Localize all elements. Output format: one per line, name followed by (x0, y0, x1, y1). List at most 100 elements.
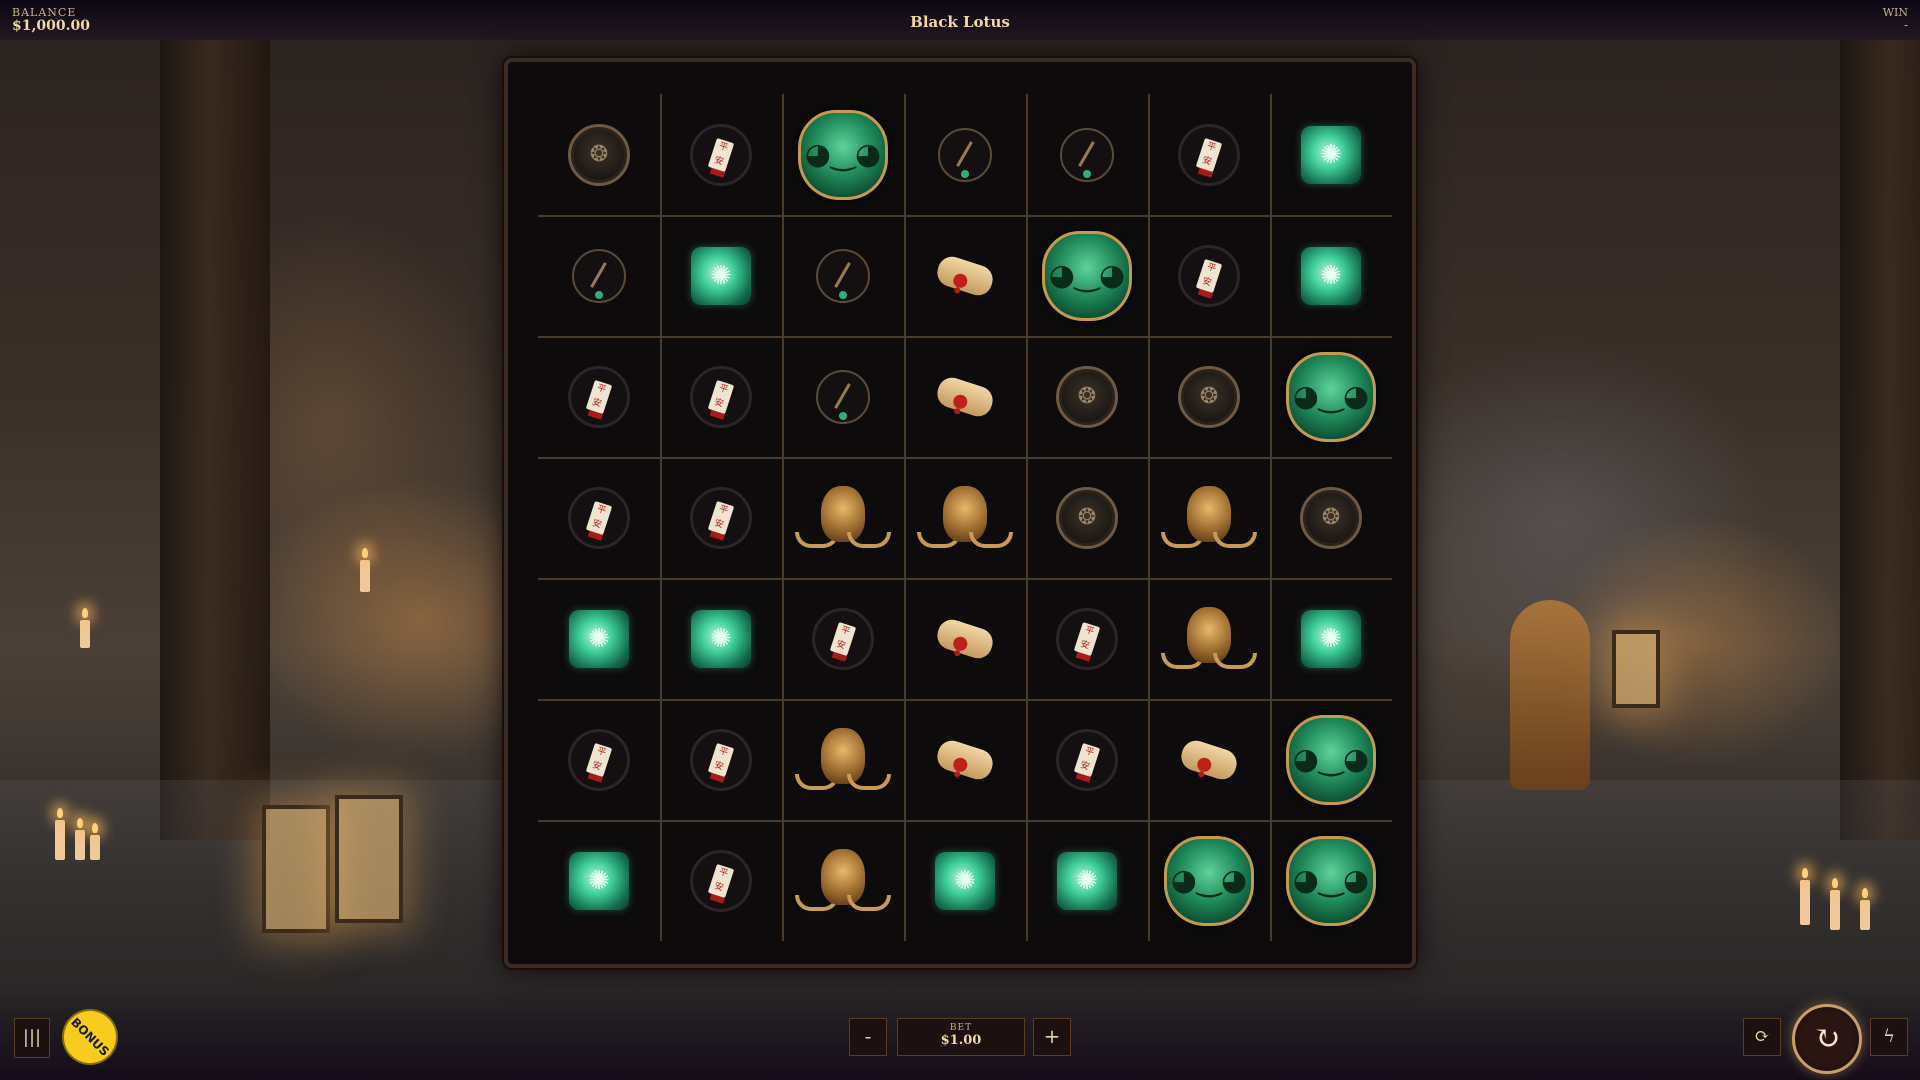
grid-cell: ❂ (1026, 336, 1148, 457)
grid-cell: ❂ (1148, 336, 1270, 457)
grid-cell (782, 215, 904, 336)
lantern (335, 795, 403, 923)
tag-symbol-icon: 平安 (568, 728, 630, 791)
grid-cell: ❂ (538, 94, 660, 215)
grid-cell: 平安 (660, 336, 782, 457)
grid-cell: 平安 (538, 457, 660, 578)
sticks-symbol-icon (572, 248, 626, 303)
lantern (1612, 630, 1660, 708)
jade-symbol-icon: ✺ (1301, 246, 1361, 305)
grid-cell: 平安 (1148, 215, 1270, 336)
coin-symbol-icon: ❂ (1178, 365, 1240, 428)
mask-green-symbol-icon: ◕‿◕ (1286, 351, 1376, 442)
win-value: - (1903, 18, 1908, 32)
grid-cell: ◕‿◕ (782, 94, 904, 215)
candle (80, 608, 90, 648)
grid-cell: ✺ (538, 820, 660, 941)
grid-cell (538, 215, 660, 336)
jade-symbol-icon: ✺ (691, 246, 751, 305)
scroll-symbol-icon (933, 373, 997, 420)
candle (1830, 878, 1840, 930)
grid-cell (904, 215, 1026, 336)
scroll-symbol-icon (933, 615, 997, 662)
grid-cell (782, 820, 904, 941)
mask-green-symbol-icon: ◕‿◕ (1286, 714, 1376, 805)
mask-gold-symbol-icon (1161, 485, 1257, 550)
sticks-symbol-icon (816, 369, 870, 424)
mask-gold-symbol-icon (917, 485, 1013, 550)
mask-gold-symbol-icon (1161, 606, 1257, 671)
coin-symbol-icon: ❂ (1300, 486, 1362, 549)
coin-symbol-icon: ❂ (1056, 486, 1118, 549)
temple-pillar (1840, 40, 1920, 840)
grid-cell: ✺ (904, 820, 1026, 941)
game-title: Black Lotus (910, 13, 1010, 31)
jade-symbol-icon: ✺ (569, 851, 629, 910)
grid-cell: 平安 (660, 699, 782, 820)
grid-cell (782, 457, 904, 578)
turbo-button[interactable]: ϟ (1870, 1018, 1908, 1056)
bet-decrease-button[interactable]: - (849, 1018, 887, 1056)
grid-cell: 平安 (660, 820, 782, 941)
grid-cell: 平安 (538, 699, 660, 820)
candle (1860, 888, 1870, 930)
mask-gold-symbol-icon (795, 848, 891, 913)
menu-icon: ||| (22, 1027, 42, 1048)
top-bar: BALANCE $1,000.00 Black Lotus WIN - (0, 0, 1920, 40)
coin-symbol-icon: ❂ (1056, 365, 1118, 428)
tag-symbol-icon: 平安 (1178, 244, 1240, 307)
candle (75, 818, 85, 860)
bet-value: $1.00 (940, 1033, 982, 1048)
jade-symbol-icon: ✺ (569, 609, 629, 668)
scroll-symbol-icon (1177, 736, 1241, 783)
grid-cell (904, 699, 1026, 820)
grid-cell (904, 336, 1026, 457)
grid-cell: 平安 (782, 578, 904, 699)
bet-label: BET (949, 1023, 973, 1033)
bet-increase-button[interactable]: + (1033, 1018, 1071, 1056)
spin-button[interactable]: ↻ (1792, 1004, 1862, 1074)
grid-cell: ❂ (1026, 457, 1148, 578)
grid-cell (1148, 699, 1270, 820)
scroll-symbol-icon (933, 252, 997, 299)
grid-cell: ✺ (538, 578, 660, 699)
tag-symbol-icon: 平安 (568, 486, 630, 549)
menu-button[interactable]: ||| (14, 1018, 50, 1058)
sticks-symbol-icon (938, 127, 992, 182)
grid-cell: ◕‿◕ (1026, 215, 1148, 336)
scroll-symbol-icon (933, 736, 997, 783)
grid-cell: ❂ (1270, 457, 1392, 578)
coin-symbol-icon: ❂ (568, 123, 630, 186)
jade-symbol-icon: ✺ (1301, 125, 1361, 184)
grid-cell: ✺ (1270, 215, 1392, 336)
grid-cell: 平安 (660, 457, 782, 578)
grid-cell: 平安 (1026, 578, 1148, 699)
tag-symbol-icon: 平安 (812, 607, 874, 670)
mask-green-symbol-icon: ◕‿◕ (1042, 230, 1132, 321)
grid-cell (782, 699, 904, 820)
grid-cell (904, 578, 1026, 699)
grid-cell: ✺ (1270, 578, 1392, 699)
lantern (262, 805, 330, 933)
mask-green-symbol-icon: ◕‿◕ (1286, 835, 1376, 926)
tag-symbol-icon: 平安 (690, 365, 752, 428)
candle (90, 823, 100, 860)
grid-cell: 平安 (660, 94, 782, 215)
symbol-grid: ❂ 平安 ◕‿◕ 平安 ✺ ✺ ◕‿◕ 平安 ✺ 平安平安 ❂ ❂ ◕‿◕ 平安平安 ❂ ❂ ✺ ✺ 平安平安 ✺ 平安… (538, 94, 1392, 942)
autoplay-icon: ⟳ (1754, 1026, 1770, 1047)
grid-cell (1148, 457, 1270, 578)
autoplay-button[interactable]: ⟳ (1743, 1018, 1781, 1056)
grid-cell (782, 336, 904, 457)
temple-pillar (160, 40, 270, 840)
grid-cell: ◕‿◕ (1148, 820, 1270, 941)
mask-gold-symbol-icon (795, 727, 891, 792)
mask-gold-symbol-icon (795, 485, 891, 550)
grid-cell: ✺ (1270, 94, 1392, 215)
monk-figure (1510, 600, 1590, 790)
bonus-label: BONUS (68, 1015, 112, 1059)
grid-cell (904, 457, 1026, 578)
jade-symbol-icon: ✺ (1301, 609, 1361, 668)
candle (360, 548, 370, 592)
tag-symbol-icon: 平安 (568, 365, 630, 428)
mask-green-symbol-icon: ◕‿◕ (798, 109, 888, 200)
